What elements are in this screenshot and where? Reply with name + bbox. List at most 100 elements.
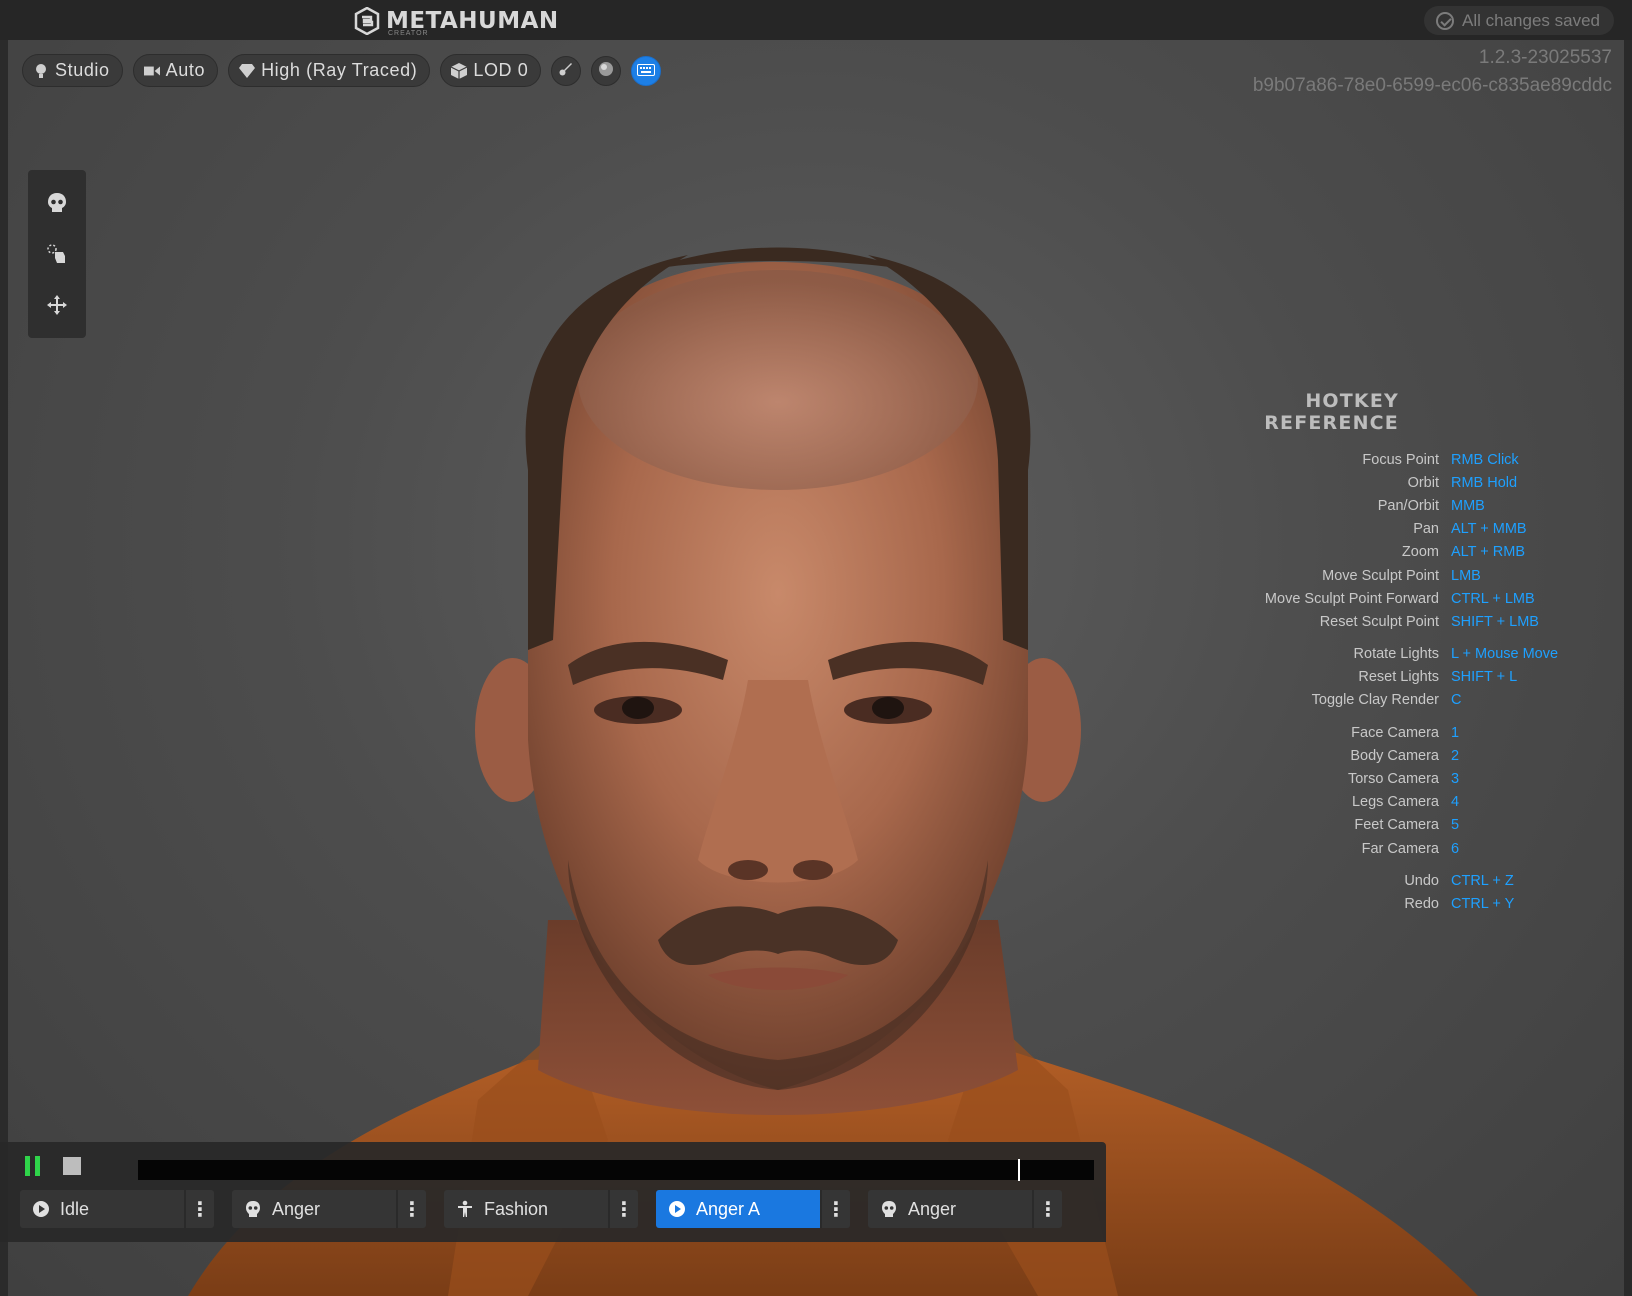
hand-move-icon (47, 244, 65, 263)
hotkey-key: 6 (1451, 840, 1460, 857)
skull-icon (48, 193, 66, 213)
pause-icon-bar-right (35, 1156, 40, 1176)
hotkey-row: Legs Camera 4 (1251, 791, 1611, 814)
hotkey-label: Zoom (1401, 544, 1439, 561)
brush-button[interactable] (551, 55, 582, 86)
hotkey-label: Focus Point (1362, 451, 1439, 468)
move-tool-button[interactable] (40, 288, 74, 322)
sculpt-tool-button[interactable] (40, 237, 74, 271)
clip-more-options[interactable]: ⋮ (820, 1190, 850, 1228)
pause-icon-bar-left (25, 1156, 30, 1176)
hotkey-label: Rotate Lights (1353, 646, 1439, 663)
hotkey-row: Far Camera 6 (1251, 837, 1611, 860)
clip-label: Anger (908, 1198, 957, 1219)
hotkey-row: Toggle Clay Render C (1251, 689, 1611, 712)
viewport-tool-panel (28, 170, 86, 338)
hotkey-key: LMB (1451, 567, 1481, 584)
hotkey-row: Pan ALT + MMB (1251, 518, 1611, 541)
face-icon (880, 1200, 898, 1218)
hotkey-row: Zoom ALT + RMB (1251, 541, 1611, 564)
save-status-text: All changes saved (1462, 10, 1600, 30)
clip-select[interactable]: Anger A (656, 1190, 820, 1228)
hotkey-row: Focus Point RMB Click (1251, 448, 1611, 471)
play-circle-icon (668, 1200, 686, 1218)
clip-anger-2[interactable]: Anger ⋮ (868, 1190, 1062, 1228)
hotkey-row: Move Sculpt Point LMB (1251, 564, 1611, 587)
hotkey-label: Orbit (1407, 474, 1439, 491)
hotkey-row: Reset Lights SHIFT + L (1251, 666, 1611, 689)
lightbulb-icon (33, 63, 49, 79)
move-arrows-icon (47, 294, 67, 315)
hotkey-label: Undo (1404, 872, 1439, 889)
hotkey-row: Torso Camera 3 (1251, 767, 1611, 790)
metahuman-logo: METAHUMAN CREATOR (354, 6, 559, 37)
hotkey-label: Pan/Orbit (1377, 497, 1439, 514)
lod-label: LOD 0 (473, 60, 529, 80)
playhead[interactable] (1018, 1159, 1020, 1181)
cube-icon (451, 62, 468, 79)
clip-more-options[interactable]: ⋮ (1032, 1190, 1062, 1228)
clip-select[interactable]: Fashion (444, 1190, 608, 1228)
hotkey-row: Body Camera 2 (1251, 744, 1611, 767)
sphere-render-button[interactable] (591, 55, 622, 86)
camera-button[interactable]: Auto (132, 54, 219, 87)
clip-anger[interactable]: Anger ⋮ (232, 1190, 426, 1228)
viewport-toolbar: Studio Auto High (Ray Traced) LOD 0 (22, 54, 662, 87)
clip-select[interactable]: Idle (20, 1190, 184, 1228)
clip-more-options[interactable]: ⋮ (396, 1190, 426, 1228)
quality-button[interactable]: High (Ray Traced) (228, 54, 431, 87)
hotkey-label: Redo (1404, 895, 1439, 912)
clip-more-options[interactable]: ⋮ (608, 1190, 638, 1228)
hotkey-label: Move Sculpt Point Forward (1264, 590, 1439, 607)
hotkey-group-lighting: Rotate Lights L + Mouse Move Reset Lights… (1251, 643, 1611, 713)
pause-button[interactable] (25, 1156, 43, 1176)
camera-label: Auto (165, 60, 206, 80)
hotkey-group-cameras: Face Camera 1 Body Camera 2 Torso Camera 3 … (1251, 721, 1611, 860)
hotkey-key: MMB (1451, 497, 1485, 514)
hotkey-row: Pan/Orbit MMB (1251, 494, 1611, 517)
hotkey-key: C (1451, 692, 1462, 709)
logo-subtext: CREATOR (388, 30, 429, 37)
hotkey-title: HOTKEY REFERENCE (1264, 390, 1399, 434)
version-info: 1.2.3-23025537 b9b07a86-78e0-6599-ec06-c… (1253, 44, 1612, 100)
lighting-button[interactable]: Studio (22, 54, 123, 87)
video-camera-icon (143, 63, 160, 79)
hotkey-key: ALT + RMB (1451, 544, 1526, 561)
clip-more-options[interactable]: ⋮ (184, 1190, 214, 1228)
timeline-scrubber[interactable] (138, 1159, 1094, 1181)
hotkey-key: L + Mouse Move (1451, 646, 1559, 663)
keyboard-icon (637, 63, 656, 79)
hotkey-row: Reset Sculpt Point SHIFT + LMB (1251, 610, 1611, 633)
hotkey-row: Undo CTRL + Z (1251, 869, 1611, 892)
hotkey-label: Legs Camera (1351, 794, 1439, 811)
clip-label: Anger (272, 1198, 321, 1219)
clip-fashion[interactable]: Fashion ⋮ (444, 1190, 638, 1228)
hotkey-key: 5 (1451, 817, 1460, 834)
hotkey-label: Feet Camera (1354, 817, 1439, 834)
hotkey-label: Toggle Clay Render (1311, 692, 1439, 709)
hotkey-label: Reset Sculpt Point (1319, 613, 1439, 630)
clip-label: Anger A (696, 1198, 761, 1219)
face-tool-button[interactable] (40, 186, 74, 220)
clip-select[interactable]: Anger (232, 1190, 396, 1228)
brush-icon (559, 62, 573, 79)
hotkey-label: Reset Lights (1358, 669, 1439, 686)
viewport[interactable]: Studio Auto High (Ray Traced) LOD 0 1.2.… (8, 40, 1624, 1296)
stop-button[interactable] (63, 1157, 81, 1175)
clip-anger-a[interactable]: Anger A ⋮ (656, 1190, 850, 1228)
hotkey-key: SHIFT + L (1451, 669, 1518, 686)
hotkey-row: Rotate Lights L + Mouse Move (1251, 643, 1611, 666)
shaded-sphere-icon (598, 61, 614, 80)
clip-label: Fashion (484, 1198, 549, 1219)
clip-select[interactable]: Anger (868, 1190, 1032, 1228)
hotkey-key: RMB Click (1451, 451, 1519, 468)
play-circle-icon (32, 1200, 50, 1218)
hotkey-label: Face Camera (1351, 724, 1439, 741)
hotkey-key: ALT + MMB (1451, 521, 1527, 538)
playback-controls (25, 1156, 81, 1176)
hotkey-key: RMB Hold (1451, 474, 1518, 491)
clip-idle[interactable]: Idle ⋮ (20, 1190, 214, 1228)
lod-button[interactable]: LOD 0 (440, 54, 542, 87)
keyboard-hotkeys-button[interactable] (631, 55, 662, 86)
check-circle-icon (1436, 11, 1455, 30)
